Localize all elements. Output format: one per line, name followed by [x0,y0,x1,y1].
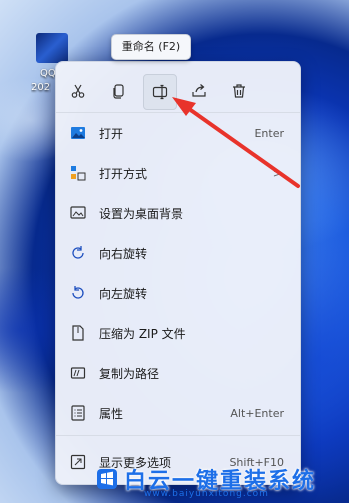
path-icon [70,367,86,379]
menu-item-set-wallpaper[interactable]: 设置为桌面背景 [56,193,300,233]
wallpaper-icon [70,206,86,219]
rotate-left-icon [72,286,84,299]
context-menu: 打开 Enter 打开方式 > 设置为桌面背景 向右旋转 向左旋转 压缩为 ZI… [55,61,301,485]
menu-item-label: 压缩为 ZIP 文件 [99,326,186,341]
menu-item-properties[interactable]: 属性 Alt+Enter [56,393,300,433]
watermark: 白云一键重装系统 www.baiyunxitong.com [96,455,349,503]
delete-button[interactable] [223,74,255,108]
copy-button[interactable] [103,74,135,108]
open-with-icon [71,166,86,181]
desktop-file-icon[interactable] [36,33,68,63]
menu-item-rotate-left[interactable]: 向左旋转 [56,273,300,313]
context-toolbar [56,68,300,112]
desktop-file-label-2: 2021 [31,82,51,93]
menu-item-label: 打开 [99,126,124,141]
zip-icon [72,325,84,341]
copy-icon [113,84,124,99]
watermark-url: www.baiyunxitong.com [144,489,269,499]
menu-item-label: 复制为路径 [99,366,160,381]
share-button[interactable] [183,74,215,108]
menu-item-shortcut: Enter [254,126,284,140]
menu-item-label: 属性 [99,406,124,421]
chevron-right-icon: > [272,166,282,180]
menu-item-copy-path[interactable]: 复制为路径 [56,353,300,393]
menu-item-label: 向右旋转 [99,246,148,261]
menu-item-label: 打开方式 [99,166,148,181]
cut-button[interactable] [62,74,94,108]
menu-divider [56,435,300,436]
menu-item-label: 向左旋转 [99,286,148,301]
more-options-icon [70,454,86,470]
trash-icon [233,84,245,98]
menu-item-compress-zip[interactable]: 压缩为 ZIP 文件 [56,313,300,353]
share-icon [192,84,206,97]
watermark-logo-icon [97,469,117,489]
menu-item-open-with[interactable]: 打开方式 > [56,153,300,193]
image-icon [71,127,85,139]
rename-button[interactable] [143,74,177,110]
rename-tooltip: 重命名 (F2) [111,34,191,60]
rotate-right-icon [72,246,84,259]
rename-icon [152,84,168,100]
properties-icon [71,405,85,421]
menu-item-rotate-right[interactable]: 向右旋转 [56,233,300,273]
menu-item-label: 设置为桌面背景 [99,206,184,221]
scissors-icon [71,84,85,98]
menu-item-open[interactable]: 打开 Enter [56,113,300,153]
menu-item-shortcut: Alt+Enter [230,406,284,420]
